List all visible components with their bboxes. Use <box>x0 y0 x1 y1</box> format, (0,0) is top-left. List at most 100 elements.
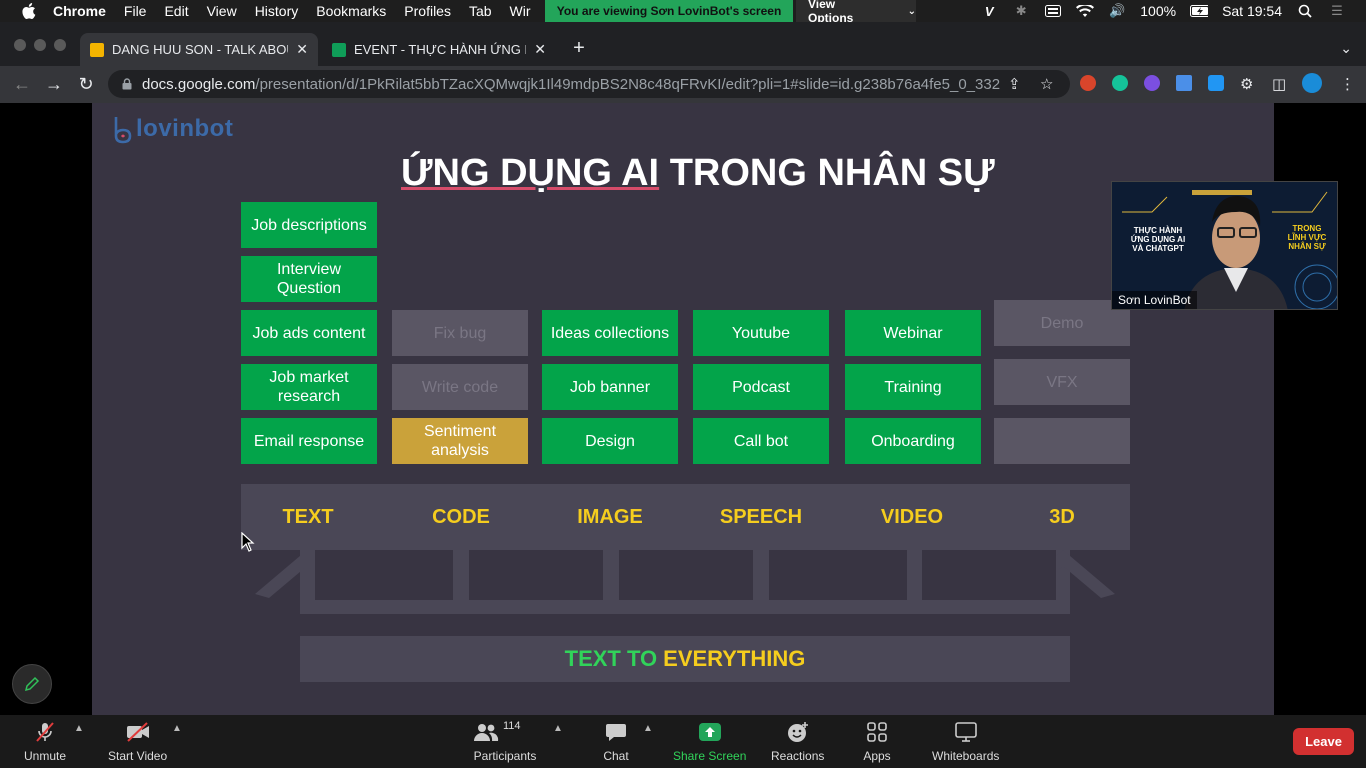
participants-count: 114 <box>503 720 521 732</box>
audio-options-caret-icon[interactable]: ▲ <box>74 723 84 734</box>
menu-profiles[interactable]: Profiles <box>395 3 460 19</box>
annotate-button[interactable] <box>12 664 52 704</box>
volume-icon[interactable]: 🔊 <box>1108 3 1126 18</box>
keyboard-icon[interactable] <box>1044 4 1062 18</box>
extension-blue-diamond-icon[interactable] <box>1208 75 1224 91</box>
text-to-everything-banner: TEXT TO EVERYTHING <box>300 636 1070 682</box>
card-webinar: Webinar <box>845 310 981 356</box>
side-panel-icon[interactable]: ◫ <box>1272 75 1286 93</box>
tab-presentation[interactable]: DANG HUU SON - TALK ABOUT ✕ <box>80 33 318 66</box>
participants-caret-icon[interactable]: ▲ <box>553 723 563 734</box>
whiteboards-label: Whiteboards <box>932 749 1000 763</box>
pencil-icon <box>24 676 40 692</box>
view-options-button[interactable]: View Options ⌄ <box>796 0 916 25</box>
card-interview-question: Interview Question <box>241 256 377 302</box>
window-minimize-dot[interactable] <box>34 39 46 51</box>
lovinbot-logo-mark <box>114 117 132 144</box>
close-icon[interactable]: ✕ <box>534 41 546 58</box>
share-page-icon[interactable]: ⇪ <box>1008 75 1021 93</box>
participant-video-thumbnail[interactable]: THỰC HÀNH ỨNG DỤNG AI VÀ CHATGPT TRONG L… <box>1111 181 1338 310</box>
menu-bookmarks[interactable]: Bookmarks <box>307 3 395 19</box>
chat-label: Chat <box>603 749 629 763</box>
start-video-button[interactable]: Start Video <box>108 720 167 763</box>
lovinbot-logo: lovinbot <box>112 114 233 144</box>
tab-title: DANG HUU SON - TALK ABOUT <box>112 42 289 57</box>
extension-red-icon[interactable] <box>1080 75 1096 91</box>
unmute-button[interactable]: Unmute <box>24 720 66 763</box>
card-ideas-collections: Ideas collections <box>542 310 678 356</box>
leave-meeting-button[interactable]: Leave <box>1293 728 1354 755</box>
close-icon[interactable]: ✕ <box>296 41 308 58</box>
apps-button[interactable]: Apps <box>862 720 892 763</box>
card-sentiment-analysis: Sentiment analysis <box>392 418 528 464</box>
grammarly-extension-icon[interactable] <box>1112 75 1128 91</box>
category-image: IMAGE <box>577 506 643 528</box>
menu-history[interactable]: History <box>246 3 308 19</box>
reload-icon[interactable]: ↻ <box>74 72 98 96</box>
new-tab-plus-icon[interactable]: + <box>569 38 589 58</box>
card-podcast: Podcast <box>693 364 829 410</box>
menubar-status-area: V ✱ 🔊 100% Sat 19:54 ☰ <box>980 0 1366 22</box>
extension-doc-icon[interactable] <box>1176 75 1192 91</box>
webcam-banner-right: TRONG LĨNH VỰC NHÂN SỰ <box>1287 224 1327 251</box>
participant-name-label: Sơn LovinBot <box>1112 291 1197 309</box>
video-options-caret-icon[interactable]: ▲ <box>172 723 182 734</box>
control-center-icon[interactable]: ☰ <box>1328 3 1346 18</box>
address-bar[interactable]: docs.google.com /presentation/d/1PkRilat… <box>108 70 1070 98</box>
battery-charging-icon[interactable] <box>1190 4 1209 18</box>
whiteboard-icon <box>951 720 981 744</box>
chrome-menu-kebab-icon[interactable]: ⋮ <box>1340 75 1355 93</box>
card-fix-bug: Fix bug <box>392 310 528 356</box>
start-video-label: Start Video <box>108 749 168 763</box>
menu-app-name[interactable]: Chrome <box>44 3 115 19</box>
extension-purple-icon[interactable] <box>1144 75 1160 91</box>
chat-bubble-icon <box>601 720 631 744</box>
profile-avatar-icon[interactable] <box>1302 73 1322 93</box>
spotlight-search-icon[interactable] <box>1296 4 1314 18</box>
diagram-arrow-frame <box>255 550 1115 614</box>
bluetooth-icon[interactable]: ✱ <box>1012 3 1030 18</box>
menu-file[interactable]: File <box>115 3 156 19</box>
window-zoom-dot[interactable] <box>54 39 66 51</box>
menu-edit[interactable]: Edit <box>155 3 197 19</box>
window-close-dot[interactable] <box>14 39 26 51</box>
apple-menu-icon[interactable] <box>20 3 38 19</box>
menu-window[interactable]: Wir <box>501 3 540 19</box>
back-arrow-icon[interactable]: ← <box>10 72 34 96</box>
participants-button[interactable]: 114 Participants <box>473 720 537 763</box>
chat-button[interactable]: Chat <box>601 720 631 763</box>
extensions-puzzle-icon[interactable]: ⚙ <box>1240 75 1253 93</box>
card-youtube: Youtube <box>693 310 829 356</box>
wifi-icon[interactable] <box>1076 4 1095 18</box>
menu-view[interactable]: View <box>198 3 246 19</box>
google-slides-favicon-icon <box>90 42 104 57</box>
category-text: TEXT <box>282 506 334 528</box>
vectorworks-icon[interactable]: V <box>980 4 998 19</box>
slide-title-highlight: ỨNG DỤNG AI <box>401 152 660 194</box>
card-design: Design <box>542 418 678 464</box>
logo-text: lovinbot <box>136 115 234 142</box>
whiteboards-button[interactable]: Whiteboards <box>932 720 999 763</box>
card-demo: Demo <box>994 300 1130 346</box>
reactions-label: Reactions <box>771 749 825 763</box>
card-email-response: Email response <box>241 418 377 464</box>
card-call-bot: Call bot <box>693 418 829 464</box>
video-off-icon <box>123 720 153 744</box>
category-code: CODE <box>432 506 490 528</box>
url-host: docs.google.com <box>142 75 256 93</box>
menu-tab[interactable]: Tab <box>460 3 501 19</box>
share-screen-label: Share Screen <box>673 749 747 763</box>
card-vfx: VFX <box>994 359 1130 405</box>
reactions-smiley-icon <box>783 720 813 744</box>
tab-event-sheet[interactable]: EVENT - THỰC HÀNH ỨNG DỤ ✕ <box>322 33 556 66</box>
category-video: VIDEO <box>880 506 944 528</box>
forward-arrow-icon[interactable]: → <box>42 72 66 96</box>
reactions-button[interactable]: Reactions <box>771 720 824 763</box>
tab-search-chevron-icon[interactable]: ⌄ <box>1340 40 1352 57</box>
chat-caret-icon[interactable]: ▲ <box>643 723 653 734</box>
menubar-clock[interactable]: Sat 19:54 <box>1222 3 1282 19</box>
share-screen-button[interactable]: Share Screen <box>673 720 746 763</box>
banner-text-to: TEXT TO <box>564 646 658 671</box>
apps-label: Apps <box>863 749 891 763</box>
bookmark-star-icon[interactable]: ☆ <box>1040 75 1053 93</box>
